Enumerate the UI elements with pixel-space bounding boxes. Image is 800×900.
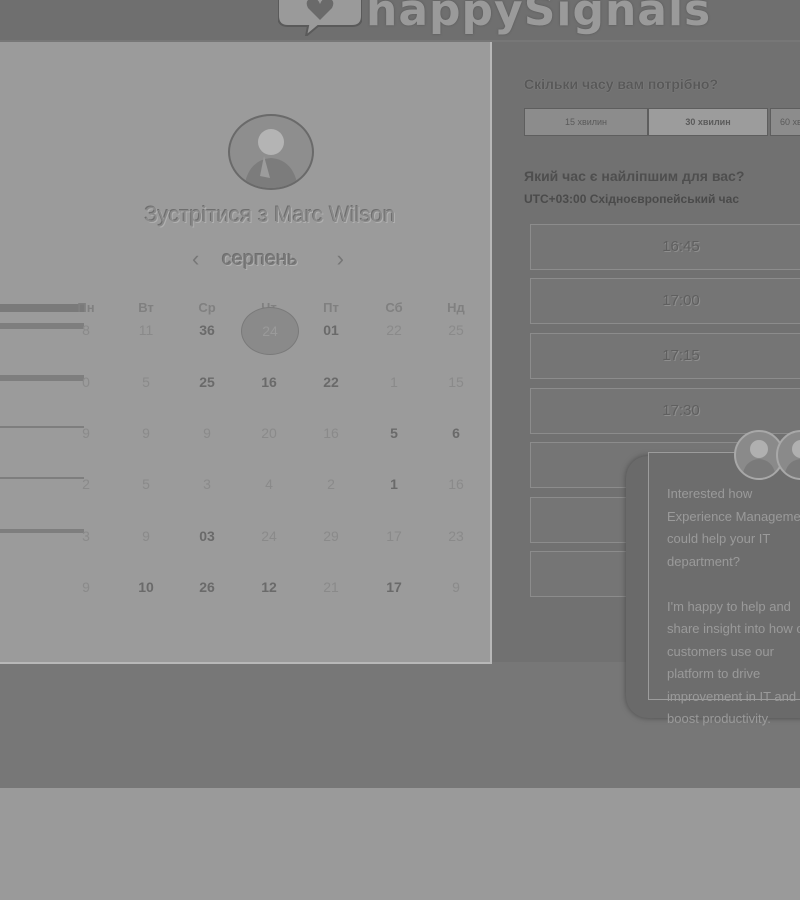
time-slot-button[interactable]: 17:00	[530, 278, 800, 324]
calendar-week-row: 9 10 26 12 21 17 9	[0, 572, 490, 602]
speech-bubble-heart-icon	[278, 0, 362, 36]
calendar-day[interactable]: 8	[66, 315, 106, 345]
chat-message: Interested how Experience Management cou…	[667, 486, 800, 726]
person-avatar-icon	[784, 440, 800, 478]
calendar-day[interactable]: 26	[187, 572, 227, 602]
person-avatar-icon	[244, 129, 298, 188]
calendar-day[interactable]: 22	[311, 367, 351, 397]
calendar-day[interactable]: 9	[187, 418, 227, 448]
calendar-day[interactable]: 16	[311, 418, 351, 448]
calendar-day[interactable]: 5	[126, 367, 166, 397]
meeting-title: Зустрітися з Marc Wilson	[144, 202, 396, 227]
month-navigation: ‹ серпень ›	[192, 244, 352, 274]
booking-page: happySignals Зустрітися з Marc Wilson ‹ …	[0, 0, 800, 900]
weekday-label: Пн	[77, 300, 95, 315]
calendar-day[interactable]: 16	[249, 367, 289, 397]
footer-band	[0, 788, 800, 900]
calendar-week-row: 9 9 9 20 16 5 6	[0, 418, 490, 448]
calendar-day[interactable]: 5	[374, 418, 414, 448]
selected-day[interactable]: 24	[241, 307, 299, 355]
calendar-day[interactable]: 2	[311, 469, 351, 499]
calendar-day[interactable]: 2	[66, 469, 106, 499]
duration-option[interactable]: 30 хвилин	[648, 108, 768, 136]
time-question: Який час є найліпшим для вас?	[524, 168, 745, 184]
calendar-day[interactable]: 9	[436, 572, 476, 602]
calendar-day[interactable]: 15	[436, 367, 476, 397]
calendar-day[interactable]: 01	[311, 315, 351, 345]
month-label: серпень	[222, 248, 298, 270]
weekday-label: Нд	[447, 300, 465, 315]
duration-options: 15 хвилин30 хвилин60 хвилин	[524, 108, 800, 136]
calendar-day[interactable]: 6	[436, 418, 476, 448]
calendar-day[interactable]: 16	[436, 469, 476, 499]
time-slot-button[interactable]: 17:30	[530, 388, 800, 434]
calendar-day[interactable]: 23	[436, 521, 476, 551]
calendar-day[interactable]: 0	[66, 367, 106, 397]
calendar-day[interactable]: 20	[249, 418, 289, 448]
calendar-day[interactable]: 03	[187, 521, 227, 551]
chevron-right-icon[interactable]: ›	[337, 244, 344, 274]
calendar-week-row: 0 5 25 16 22 1 15	[0, 367, 490, 397]
calendar-day[interactable]: 12	[249, 572, 289, 602]
chevron-left-icon[interactable]: ‹	[192, 244, 199, 274]
weekday-label: Сб	[385, 300, 403, 315]
calendar-week-row: 3 9 03 24 29 17 23	[0, 521, 490, 551]
calendar-day[interactable]: 25	[187, 367, 227, 397]
time-slot-button[interactable]: 16:45	[530, 224, 800, 270]
time-slot-button[interactable]: 17:15	[530, 333, 800, 379]
weekday-label: Ср	[198, 300, 216, 315]
calendar-day[interactable]: 3	[66, 521, 106, 551]
calendar-day[interactable]: 17	[374, 572, 414, 602]
weekday-label: Пт	[323, 300, 339, 315]
calendar-day[interactable]: 1	[374, 469, 414, 499]
calendar-day[interactable]: 29	[311, 521, 351, 551]
calendar-day[interactable]: 10	[126, 572, 166, 602]
calendar-day[interactable]: 11	[126, 315, 166, 345]
calendar-week-row: 8 11 36 24 01 22 25	[0, 307, 490, 355]
weekday-label: Вт	[138, 300, 154, 315]
duration-question: Скільки часу вам потрібно?	[524, 76, 719, 92]
chat-popup[interactable]: Interested how Experience Management cou…	[648, 452, 800, 726]
calendar-day[interactable]: 9	[66, 572, 106, 602]
calendar-day[interactable]: 5	[126, 469, 166, 499]
calendar-day[interactable]: 4	[249, 469, 289, 499]
logo-wordmark: happySignals	[366, 0, 712, 36]
duration-option[interactable]: 15 хвилин	[524, 108, 648, 136]
calendar-panel: Зустрітися з Marc Wilson ‹ серпень › Пн В…	[0, 42, 492, 664]
calendar-day[interactable]: 36	[187, 315, 227, 345]
top-header: happySignals	[0, 0, 800, 40]
calendar-day[interactable]: 17	[374, 521, 414, 551]
calendar-day[interactable]: 21	[311, 572, 351, 602]
calendar-day[interactable]: 3	[187, 469, 227, 499]
host-avatar	[228, 114, 314, 190]
happysignals-logo: happySignals	[278, 0, 711, 36]
calendar-day[interactable]: 9	[66, 418, 106, 448]
calendar-day[interactable]: 22	[374, 315, 414, 345]
calendar-day[interactable]: 25	[436, 315, 476, 345]
timezone-selector[interactable]: UTC+03:00 Східноєвропейський час	[524, 192, 739, 206]
duration-option[interactable]: 60 хвилин	[770, 108, 800, 136]
calendar-week-row: 2 5 3 4 2 1 16	[0, 469, 490, 499]
calendar-day[interactable]: 9	[126, 521, 166, 551]
calendar-day[interactable]: 24	[249, 521, 289, 551]
calendar-day[interactable]: 9	[126, 418, 166, 448]
calendar-day[interactable]: 1	[374, 367, 414, 397]
